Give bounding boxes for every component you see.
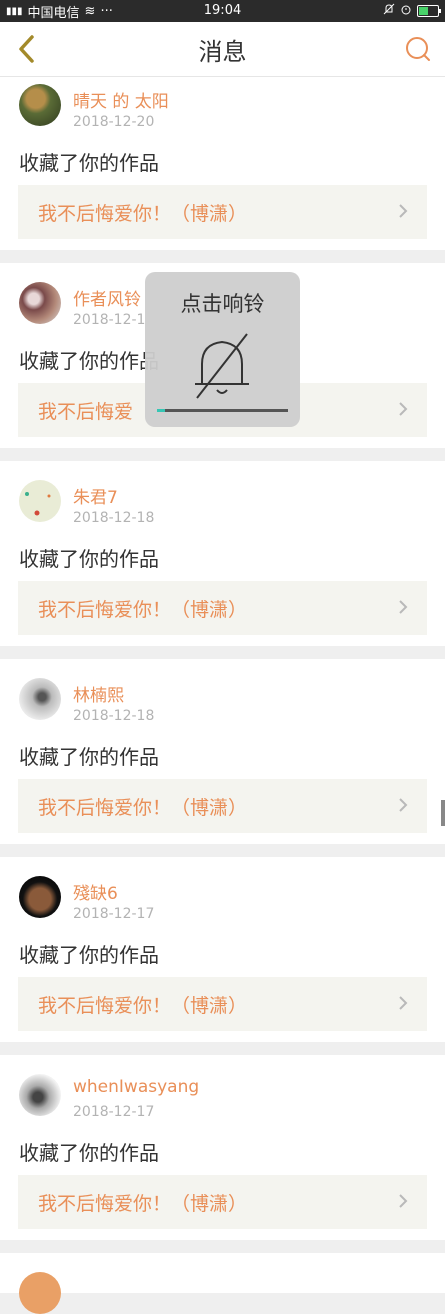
avatar[interactable] — [19, 678, 61, 720]
message-card[interactable]: 殘缺6 2018-12-17 收藏了你的作品 我不后悔爱你！（博潇） — [0, 857, 445, 1042]
user-name[interactable]: 朱君7 — [73, 483, 118, 508]
mute-bell-icon — [383, 3, 395, 19]
message-list: 晴天 的 太阳 2018-12-20 收藏了你的作品 我不后悔爱你！（博潇） 作… — [0, 77, 445, 1314]
back-button[interactable] — [10, 32, 44, 66]
message-action: 收藏了你的作品 — [19, 745, 159, 769]
user-name[interactable]: 作者风铃 — [73, 285, 141, 310]
avatar[interactable] — [19, 1074, 61, 1116]
toast-progress-track — [157, 409, 288, 412]
avatar[interactable] — [19, 282, 61, 324]
avatar-image — [25, 492, 51, 516]
message-date: 2018-12-20 — [73, 114, 155, 130]
toast-text: 点击响铃 — [180, 292, 265, 316]
chevron-right-icon — [399, 600, 408, 614]
bell-muted-icon — [195, 333, 249, 399]
user-name[interactable]: whenIwasyang — [73, 1077, 199, 1097]
chevron-right-icon — [399, 402, 408, 416]
chevron-right-icon — [399, 996, 408, 1010]
work-link[interactable]: 我不后悔爱你！（博潇） — [18, 581, 427, 635]
search-icon — [406, 37, 430, 61]
user-name[interactable]: 林楠熙 — [73, 681, 124, 706]
avatar[interactable] — [19, 84, 61, 126]
work-link[interactable]: 我不后悔爱你！（博潇） — [18, 779, 427, 833]
chevron-right-icon — [399, 798, 408, 812]
message-action: 收藏了你的作品 — [19, 943, 159, 967]
status-left: ▮▮▮ 中国电信 ≋ ··· — [6, 2, 113, 21]
work-title: 我不后悔爱你！（博潇） — [38, 796, 248, 819]
message-card[interactable]: 朱君7 2018-12-18 收藏了你的作品 我不后悔爱你！（博潇） — [0, 461, 445, 646]
more-dots: ··· — [100, 3, 113, 19]
work-title: 我不后悔爱你！（博潇） — [38, 202, 248, 225]
message-date: 2018-12-18 — [73, 510, 155, 526]
message-action: 收藏了你的作品 — [19, 151, 159, 175]
message-action: 收藏了你的作品 — [19, 547, 159, 571]
avatar[interactable] — [19, 876, 61, 918]
message-card[interactable]: 林楠熙 2018-12-18 收藏了你的作品 我不后悔爱你！（博潇） — [0, 659, 445, 844]
status-right — [383, 3, 441, 19]
carrier-label: 中国电信 — [27, 5, 80, 21]
status-bar: ▮▮▮ 中国电信 ≋ ··· 19:04 — [0, 0, 445, 22]
work-title: 我不后悔爱你！（博潇） — [38, 994, 248, 1017]
work-title: 我不后悔爱 — [38, 400, 134, 423]
message-card-partial[interactable] — [0, 1253, 445, 1314]
battery-icon — [417, 5, 441, 17]
message-card[interactable]: 晴天 的 太阳 2018-12-20 收藏了你的作品 我不后悔爱你！（博潇） — [0, 77, 445, 250]
work-link[interactable]: 我不后悔爱你！（博潇） — [18, 977, 427, 1031]
message-card[interactable]: whenIwasyang 2018-12-17 收藏了你的作品 我不后悔爱你！（… — [0, 1055, 445, 1240]
message-date: 2018-12-17 — [73, 1104, 155, 1120]
message-action: 收藏了你的作品 — [19, 349, 159, 373]
back-chevron-icon — [19, 35, 34, 63]
avatar[interactable] — [19, 1272, 61, 1314]
user-name[interactable]: 殘缺6 — [73, 879, 118, 904]
chevron-right-icon — [399, 204, 408, 218]
avatar[interactable] — [19, 480, 61, 522]
ring-toast: 点击响铃 — [145, 272, 300, 427]
toast-progress-fill — [157, 409, 165, 412]
app-header: 消息 — [0, 22, 445, 77]
message-date: 2018-12-18 — [73, 708, 155, 724]
alarm-icon — [400, 3, 412, 19]
message-action: 收藏了你的作品 — [19, 1141, 159, 1165]
message-date: 2018-12-1 — [73, 312, 146, 328]
user-name[interactable]: 晴天 的 太阳 — [73, 87, 169, 112]
scrollbar-thumb[interactable] — [441, 800, 445, 826]
search-button[interactable] — [401, 32, 435, 66]
work-title: 我不后悔爱你！（博潇） — [38, 598, 248, 621]
page-title: 消息 — [198, 37, 247, 66]
wifi-icon: ≋ — [84, 3, 96, 19]
message-date: 2018-12-17 — [73, 906, 155, 922]
work-link[interactable]: 我不后悔爱你！（博潇） — [18, 185, 427, 239]
work-link[interactable]: 我不后悔爱你！（博潇） — [18, 1175, 427, 1229]
signal-icon: ▮▮▮ — [6, 5, 23, 17]
chevron-right-icon — [399, 1194, 408, 1208]
work-title: 我不后悔爱你！（博潇） — [38, 1192, 248, 1215]
